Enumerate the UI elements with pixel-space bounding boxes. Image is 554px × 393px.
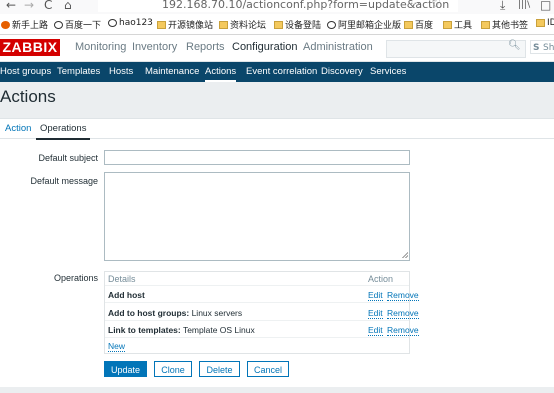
bookmark-item[interactable]: 资料论坛 [219, 18, 266, 31]
subnav-hosts[interactable]: Hosts [109, 66, 133, 77]
reload-icon[interactable]: C [44, 0, 52, 12]
folder-icon [219, 20, 228, 29]
remove-operation-link[interactable]: Remove [387, 308, 419, 319]
row-divider [105, 320, 409, 321]
bookmark-item[interactable]: 工具 [443, 18, 472, 31]
operation-detail: Add host [108, 290, 145, 300]
default-subject-label: Default subject [38, 153, 98, 163]
edit-operation-link[interactable]: Edit [368, 290, 383, 301]
edit-operation-link[interactable]: Edit [368, 308, 383, 319]
globe-icon [54, 20, 63, 29]
row-divider [105, 302, 409, 303]
operation-detail: Link to templates: Template OS Linux [108, 325, 255, 335]
tab-operations[interactable]: Operations [35, 123, 92, 140]
operation-detail: Add to host groups: Linux servers [108, 308, 243, 318]
subnav-services[interactable]: Services [370, 66, 406, 77]
header-divider [105, 285, 409, 286]
subnav-maintenance[interactable]: Maintenance [145, 66, 199, 77]
browser-toolbar: ← → C ⌂ 192.168.70.10/actionconf.php?for… [0, 0, 554, 15]
address-bar[interactable]: 192.168.70.10/actionconf.php?form=update… [98, 0, 458, 12]
home-icon[interactable]: ⌂ [64, 0, 72, 12]
back-arrow-icon[interactable]: ← [6, 0, 16, 12]
bookmark-item[interactable]: ID [536, 18, 554, 28]
forward-arrow-icon[interactable]: → [24, 0, 34, 12]
library-icon[interactable]: |||\ [518, 0, 530, 10]
subnav-host-groups[interactable]: Host groups [0, 66, 51, 77]
subnav-actions[interactable]: Actions [205, 66, 237, 82]
menu-monitoring[interactable]: Monitoring [75, 41, 126, 53]
new-operation-link[interactable]: New [108, 341, 126, 352]
share-button[interactable]: Shar [530, 40, 554, 55]
sidebar-icon[interactable]: □ [540, 0, 551, 12]
menu-administration[interactable]: Administration [303, 41, 373, 53]
menu-reports[interactable]: Reports [186, 41, 225, 53]
folder-icon [157, 20, 166, 29]
subnav-templates[interactable]: Templates [57, 66, 100, 77]
subnav-event-correlation[interactable]: Event correlation [246, 66, 317, 77]
url-text: 192.168.70.10/actionconf.php?form=update… [162, 0, 450, 11]
bookmarks-bar: 新手上路 百度一下 hao123 开源镜像站 资料论坛 设备登陆 阿里邮箱企业版… [0, 14, 554, 35]
search-input[interactable] [386, 40, 526, 58]
folder-icon [274, 20, 283, 29]
edit-operation-link[interactable]: Edit [368, 325, 383, 336]
globe-icon [327, 20, 336, 29]
column-header-action: Action [368, 274, 394, 284]
cancel-button[interactable]: Cancel [247, 361, 289, 377]
bookmark-item[interactable]: 阿里邮箱企业版 [327, 18, 401, 31]
default-subject-input[interactable] [104, 150, 410, 165]
column-header-details: Details [108, 274, 136, 284]
bookmark-item[interactable]: 设备登陆 [274, 18, 321, 31]
delete-button[interactable]: Delete [199, 361, 240, 377]
bookmark-item[interactable]: 其他书签 [481, 18, 528, 31]
remove-operation-link[interactable]: Remove [387, 325, 419, 336]
bookmark-item[interactable]: 开源镜像站 [157, 18, 213, 31]
folder-icon [536, 19, 545, 27]
resize-handle[interactable] [402, 252, 408, 258]
row-divider [105, 337, 409, 338]
bookmark-item[interactable]: 百度一下 [54, 18, 101, 31]
download-icon[interactable]: ⤓ [500, 0, 505, 13]
firefox-icon [1, 20, 10, 29]
clone-button[interactable]: Clone [154, 361, 192, 377]
bookmark-item[interactable]: hao123 [108, 18, 153, 28]
search-icon[interactable]: 🔍︎ [508, 40, 521, 51]
update-button[interactable]: Update [104, 361, 147, 377]
subnav-discovery[interactable]: Discovery [321, 66, 363, 77]
default-message-label: Default message [30, 176, 98, 186]
operations-label: Operations [53, 273, 98, 283]
page-title: Actions [0, 87, 56, 106]
remove-operation-link[interactable]: Remove [387, 290, 419, 301]
menu-inventory[interactable]: Inventory [132, 41, 177, 53]
page-actions-icon[interactable]: ··· [410, 0, 421, 10]
pocket-icon[interactable]: ♡ [431, 0, 441, 10]
globe-icon [108, 19, 117, 27]
folder-icon [404, 20, 413, 29]
tab-action[interactable]: Action [5, 123, 31, 134]
folder-icon [481, 20, 490, 29]
menu-configuration[interactable]: Configuration [232, 41, 297, 53]
bookmark-item[interactable]: 百度 [404, 18, 433, 31]
default-message-textarea[interactable] [104, 172, 410, 261]
folder-icon [443, 20, 452, 29]
bookmark-item[interactable]: 新手上路 [1, 18, 48, 31]
zabbix-logo[interactable]: ZABBIX [0, 39, 60, 56]
